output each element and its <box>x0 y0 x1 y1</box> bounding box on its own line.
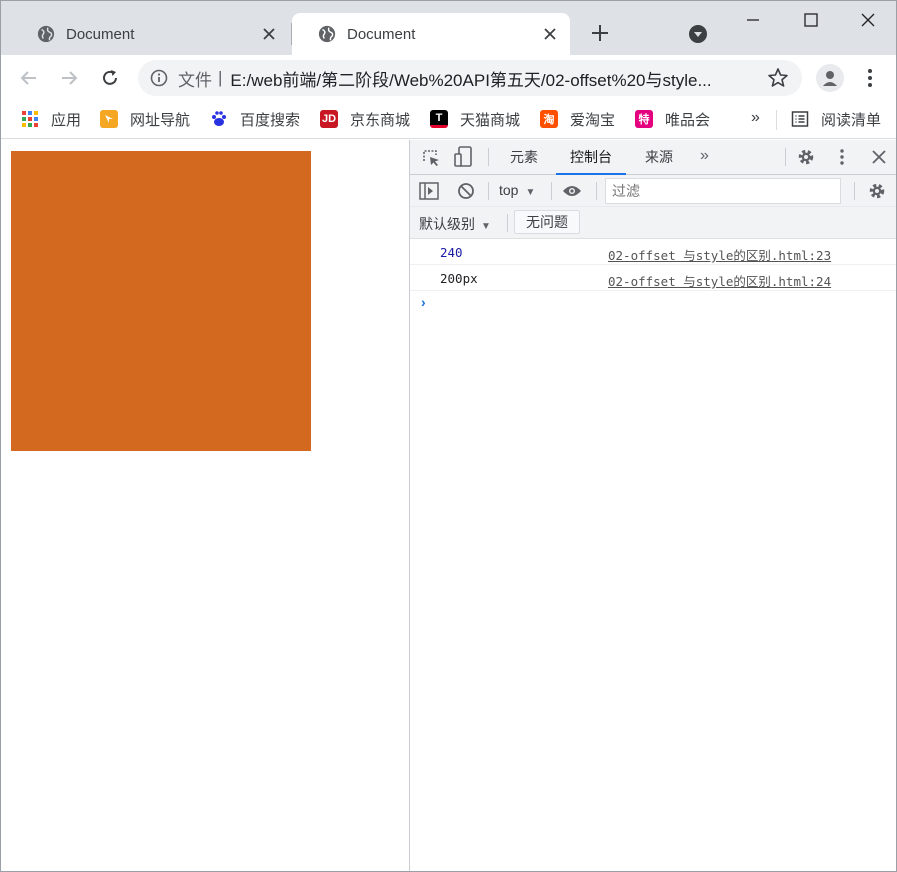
devtools-menu-icon[interactable] <box>832 147 852 167</box>
back-icon[interactable] <box>17 66 41 90</box>
tab-elements[interactable]: 元素 <box>496 140 552 175</box>
issues-button[interactable]: 无问题 <box>514 210 580 234</box>
toolbar-divider <box>596 182 597 200</box>
log-level-value: 默认级别 <box>419 216 475 232</box>
scheme-divider: | <box>218 68 223 87</box>
bookmarks-bar: 应用 网址导航 百度搜索 JD 京东商城 T 天猫商城 淘 爱淘宝 特 唯品会 … <box>1 101 896 139</box>
tab-strip: Document Document <box>1 1 896 55</box>
toolbar-divider <box>551 182 552 200</box>
tab-document-2[interactable]: Document <box>292 13 570 55</box>
apps-grid-icon <box>21 110 39 128</box>
settings-gear-icon[interactable] <box>796 147 816 167</box>
bookmarks-overflow-button[interactable]: » <box>751 109 760 127</box>
minimize-icon[interactable] <box>742 9 764 31</box>
reading-list-label: 阅读清单 <box>821 111 882 129</box>
taobao-icon: 淘 <box>540 110 558 128</box>
bookmark-apps[interactable]: 应用 <box>21 108 81 130</box>
bookmark-label: 唯品会 <box>665 111 711 129</box>
console-toolbar: top ▼ <box>410 175 896 207</box>
bookmark-label: 应用 <box>51 111 82 129</box>
console-toolbar-secondary: 默认级别 ▼ 无问题 <box>410 207 896 239</box>
toolbar-divider <box>488 182 489 200</box>
tmall-icon: T <box>430 110 448 128</box>
devtools-divider <box>785 148 786 166</box>
log-value: 240 <box>440 245 463 260</box>
close-window-icon[interactable] <box>857 9 879 31</box>
bookmark-url-nav[interactable]: 网址导航 <box>100 108 190 130</box>
bookmark-taobao[interactable]: 淘 爱淘宝 <box>540 108 615 130</box>
browser-window: Document Document 文件 | E:/web前端/第二阶段/Web… <box>0 0 897 872</box>
globe-icon <box>318 25 336 43</box>
close-tab-icon[interactable] <box>542 26 558 42</box>
toolbar-divider <box>507 214 508 232</box>
browser-toolbar: 文件 | E:/web前端/第二阶段/Web%20API第五天/02-offse… <box>1 55 896 101</box>
bookmark-star-icon[interactable] <box>767 67 789 89</box>
bookmark-label: 百度搜索 <box>240 111 301 129</box>
bookmarks-divider <box>776 110 777 130</box>
bookmark-label: 天猫商城 <box>460 111 521 129</box>
clear-console-icon[interactable] <box>456 181 476 201</box>
bookmark-label: 爱淘宝 <box>570 111 616 129</box>
sidebar-toggle-icon[interactable] <box>419 181 439 201</box>
device-toolbar-icon[interactable] <box>454 146 474 167</box>
tab-search-icon[interactable] <box>687 23 709 45</box>
devtools-divider <box>488 148 489 166</box>
tab-sources[interactable]: 来源 <box>631 140 687 175</box>
close-tab-icon[interactable] <box>261 26 277 42</box>
console-message: 240 02-offset 与style的区别.html:23 <box>410 239 896 265</box>
console-filter-input[interactable] <box>605 178 841 204</box>
reading-list-icon <box>791 110 809 128</box>
tab-title: Document <box>66 25 135 43</box>
devtools-tabbar: 元素 控制台 来源 » <box>410 140 896 175</box>
bookmark-baidu[interactable]: 百度搜索 <box>210 108 300 130</box>
live-expression-eye-icon[interactable] <box>562 181 582 201</box>
tab-title: Document <box>347 25 416 43</box>
log-value: 200px <box>440 271 478 286</box>
source-link[interactable]: 02-offset 与style的区别.html:23 <box>608 245 831 264</box>
context-selector[interactable]: top ▼ <box>499 182 535 198</box>
info-icon[interactable] <box>150 69 168 87</box>
console-output: 240 02-offset 与style的区别.html:23 200px 02… <box>410 239 896 315</box>
forward-icon[interactable] <box>57 66 81 90</box>
profile-avatar-icon[interactable] <box>816 64 844 92</box>
console-message: 200px 02-offset 与style的区别.html:24 <box>410 265 896 291</box>
bookmark-tmall[interactable]: T 天猫商城 <box>430 108 520 130</box>
log-level-selector[interactable]: 默认级别 ▼ <box>419 214 491 234</box>
tab-console[interactable]: 控制台 <box>556 140 626 175</box>
close-devtools-icon[interactable] <box>869 147 889 167</box>
bookmark-jd[interactable]: JD 京东商城 <box>320 108 410 130</box>
page-viewport <box>1 140 409 871</box>
baidu-paw-icon <box>210 110 228 128</box>
prompt-chevron-icon: › <box>421 294 426 310</box>
context-value: top <box>499 182 519 198</box>
source-link[interactable]: 02-offset 与style的区别.html:24 <box>608 271 831 290</box>
reading-list-button[interactable]: 阅读清单 <box>791 108 881 130</box>
dropdown-arrow-icon: ▼ <box>481 221 491 232</box>
toolbar-divider <box>854 182 855 200</box>
inspect-element-icon[interactable] <box>421 148 441 168</box>
more-tabs-button[interactable]: » <box>700 147 709 165</box>
url-text[interactable]: E:/web前端/第二阶段/Web%20API第五天/02-offset%20与… <box>230 66 750 91</box>
console-settings-gear-icon[interactable] <box>867 181 887 201</box>
console-prompt[interactable]: › <box>410 291 896 315</box>
bookmark-label: 京东商城 <box>350 111 411 129</box>
nav-arrow-icon <box>100 110 118 128</box>
jd-icon: JD <box>320 110 338 128</box>
browser-menu-icon[interactable] <box>860 67 880 89</box>
devtools-panel: 元素 控制台 来源 » top ▼ 默认级别 ▼ 无问题 <box>409 140 896 871</box>
vip-icon: 特 <box>635 110 653 128</box>
reload-icon[interactable] <box>98 66 122 90</box>
dropdown-arrow-icon: ▼ <box>525 187 536 198</box>
tab-document-1[interactable]: Document <box>11 13 289 55</box>
new-tab-icon[interactable] <box>589 22 611 44</box>
address-bar[interactable]: 文件 | E:/web前端/第二阶段/Web%20API第五天/02-offse… <box>138 60 802 96</box>
globe-icon <box>37 25 55 43</box>
orange-box <box>11 151 311 451</box>
bookmark-vip[interactable]: 特 唯品会 <box>635 108 710 130</box>
maximize-icon[interactable] <box>800 9 822 31</box>
scheme-label: 文件 <box>178 70 212 90</box>
bookmark-label: 网址导航 <box>130 111 191 129</box>
